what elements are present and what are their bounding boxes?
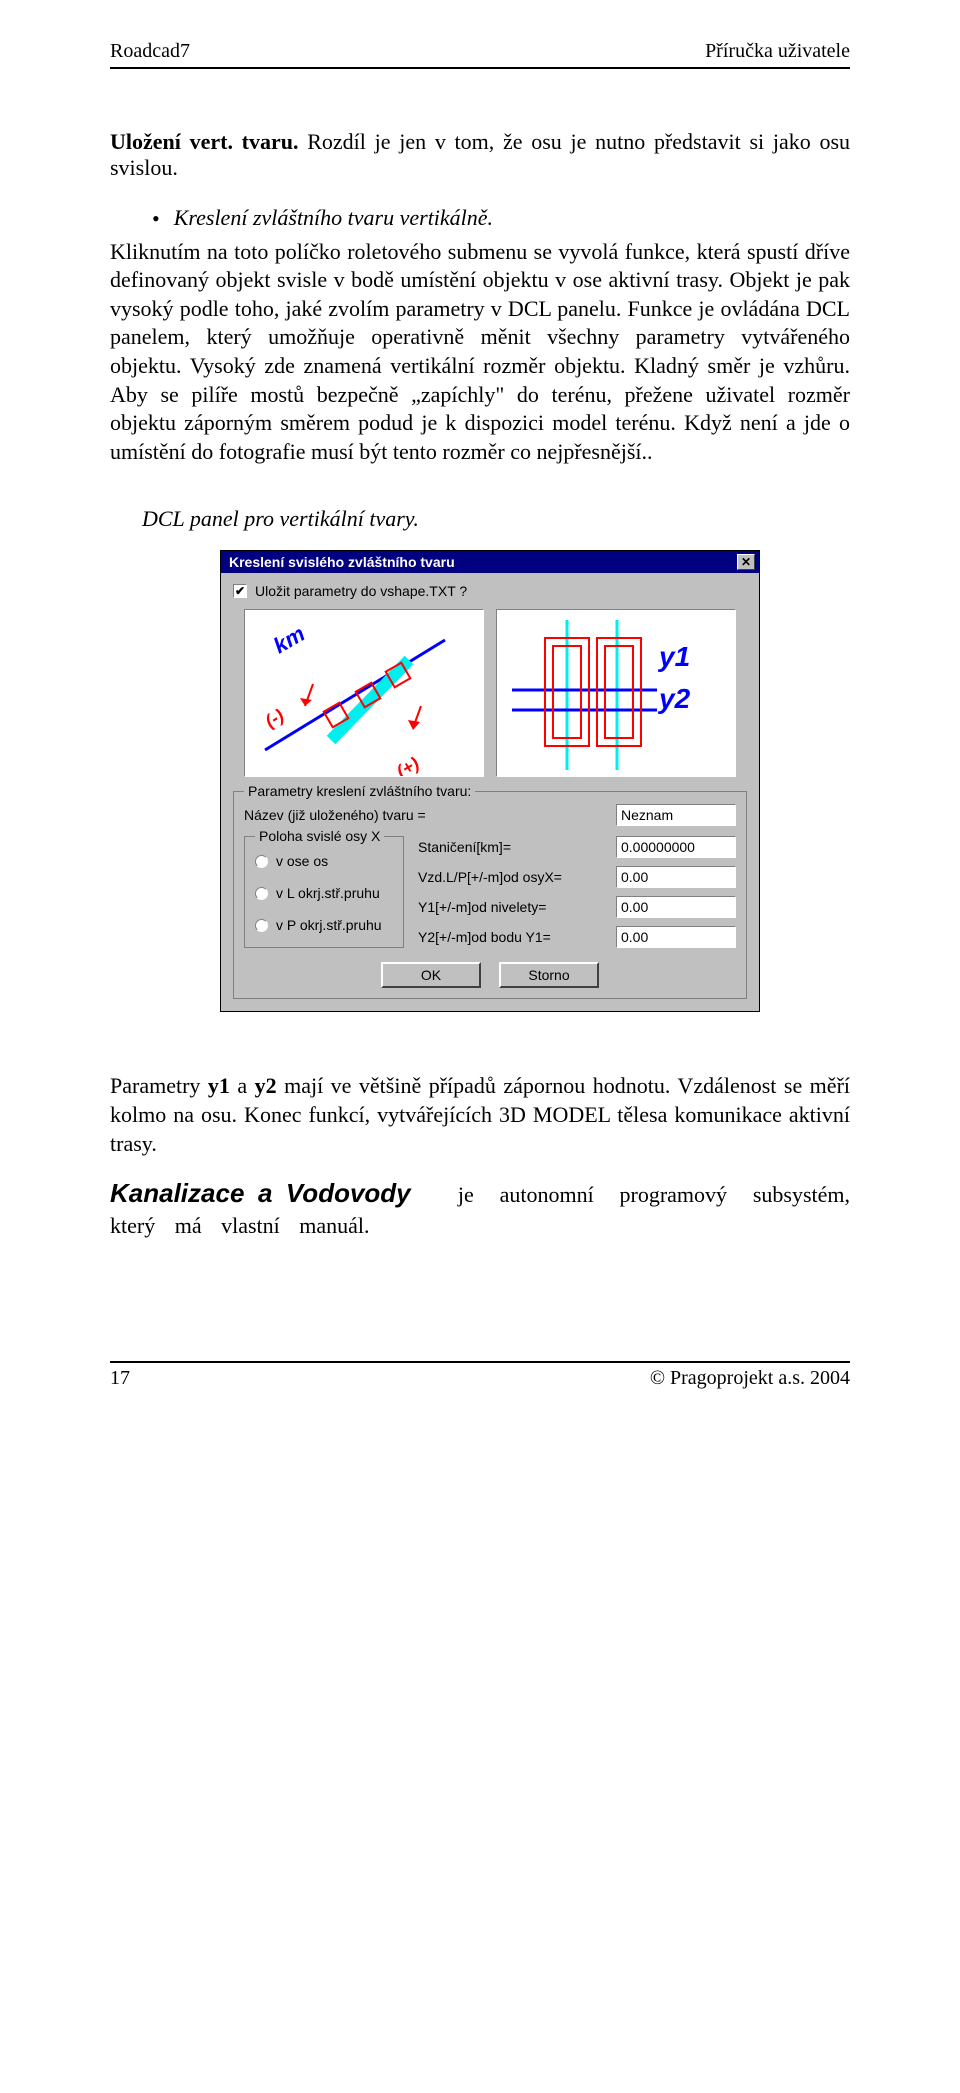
checkbox-row: ✔ Uložit parametry do vshape.TXT ? [233,583,747,599]
y1-input[interactable]: 0.00 [616,896,736,918]
row0-label: Staničení[km]= [418,839,606,855]
radio-label-2: v P okrj.stř.pruhu [276,917,382,933]
dialog-window: Kreslení svislého zvláštního tvaru ✕ ✔ U… [220,550,760,1012]
radio-label-1: v L okrj.stř.pruhu [276,885,380,901]
title-bold: Uložení vert. tvaru. [110,129,299,154]
header-rule [110,67,850,69]
label-plus: (+) [393,754,422,778]
dialog-titlebar[interactable]: Kreslení svislého zvláštního tvaru ✕ [221,551,759,573]
radio-p-okrj[interactable] [255,919,268,932]
fieldset-params: Parametry kreslení zvláštního tvaru: Náz… [233,791,747,999]
nazev-input[interactable]: Neznam [616,804,736,826]
header-left: Roadcad7 [110,40,190,63]
close-button[interactable]: ✕ [737,554,755,570]
dialog-body: ✔ Uložit parametry do vshape.TXT ? km (-… [221,573,759,1011]
page-footer: 17 © Pragoprojekt a.s. 2004 [110,1367,850,1390]
label-y2: y2 [657,683,691,714]
ok-button[interactable]: OK [381,962,481,988]
illustration-left: km (-) (+) [244,609,484,777]
checkbox-label: Uložit parametry do vshape.TXT ? [255,583,467,599]
radio-l-okrj[interactable] [255,887,268,900]
footer-rule [110,1361,850,1363]
radio-row-2: v P okrj.stř.pruhu [255,917,393,933]
figure-caption: DCL panel pro vertikální tvary. [142,506,850,532]
paragraph-2: Parametry y1 a y2 mají ve většině případ… [110,1072,850,1158]
bullet-label: Kreslení zvláštního tvaru vertikálně. [174,205,493,234]
header-right: Příručka uživatele [705,40,850,63]
radio-label-0: v ose os [276,853,328,869]
illustration-row: km (-) (+) [243,609,737,777]
fieldset-poloha-label: Poloha svislé osy X [255,828,384,844]
illustration-right: y1 y2 [496,609,736,777]
label-minus: (-) [262,705,288,731]
fieldset-params-label: Parametry kreslení zvláštního tvaru: [244,783,475,799]
check-icon: ✔ [235,584,245,598]
label-y1: y1 [657,641,690,672]
button-row: OK Storno [244,962,736,988]
paragraph-1: Kliknutím na toto políčko roletového sub… [110,238,850,467]
bullet-dot-icon: • [152,205,160,234]
y2-input[interactable]: 0.00 [616,926,736,948]
cancel-button[interactable]: Storno [499,962,599,988]
nazev-label: Název (již uloženého) tvaru = [244,807,606,823]
subsection: Kanalizace a Vodovody je autonomní progr… [110,1176,850,1241]
checkbox-save-params[interactable]: ✔ [233,584,247,598]
row2-label: Y1[+/-m]od nivelety= [418,899,606,915]
label-km: km [269,621,309,659]
radio-ose-os[interactable] [255,855,268,868]
footer-left: 17 [110,1367,130,1390]
fieldset-poloha: Poloha svislé osy X v ose os v L okrj.st… [244,836,404,948]
stanic-input[interactable]: 0.00000000 [616,836,736,858]
param-grid: Staničení[km]= 0.00000000 Vzd.L/P[+/-m]o… [418,836,736,948]
row1-label: Vzd.L/P[+/-m]od osyX= [418,869,606,885]
section-title: Uložení vert. tvaru. Rozdíl je jen v tom… [110,129,850,181]
bullet-item: • Kreslení zvláštního tvaru vertikálně. [152,205,850,234]
radio-row-0: v ose os [255,853,393,869]
subsection-heading: Kanalizace a Vodovody [110,1178,411,1208]
radio-row-1: v L okrj.stř.pruhu [255,885,393,901]
page-header: Roadcad7 Příručka uživatele [110,40,850,63]
vzd-input[interactable]: 0.00 [616,866,736,888]
close-icon: ✕ [741,555,751,569]
row3-label: Y2[+/-m]od bodu Y1= [418,929,606,945]
footer-right: © Pragoprojekt a.s. 2004 [650,1367,850,1390]
dialog-title: Kreslení svislého zvláštního tvaru [229,554,455,570]
